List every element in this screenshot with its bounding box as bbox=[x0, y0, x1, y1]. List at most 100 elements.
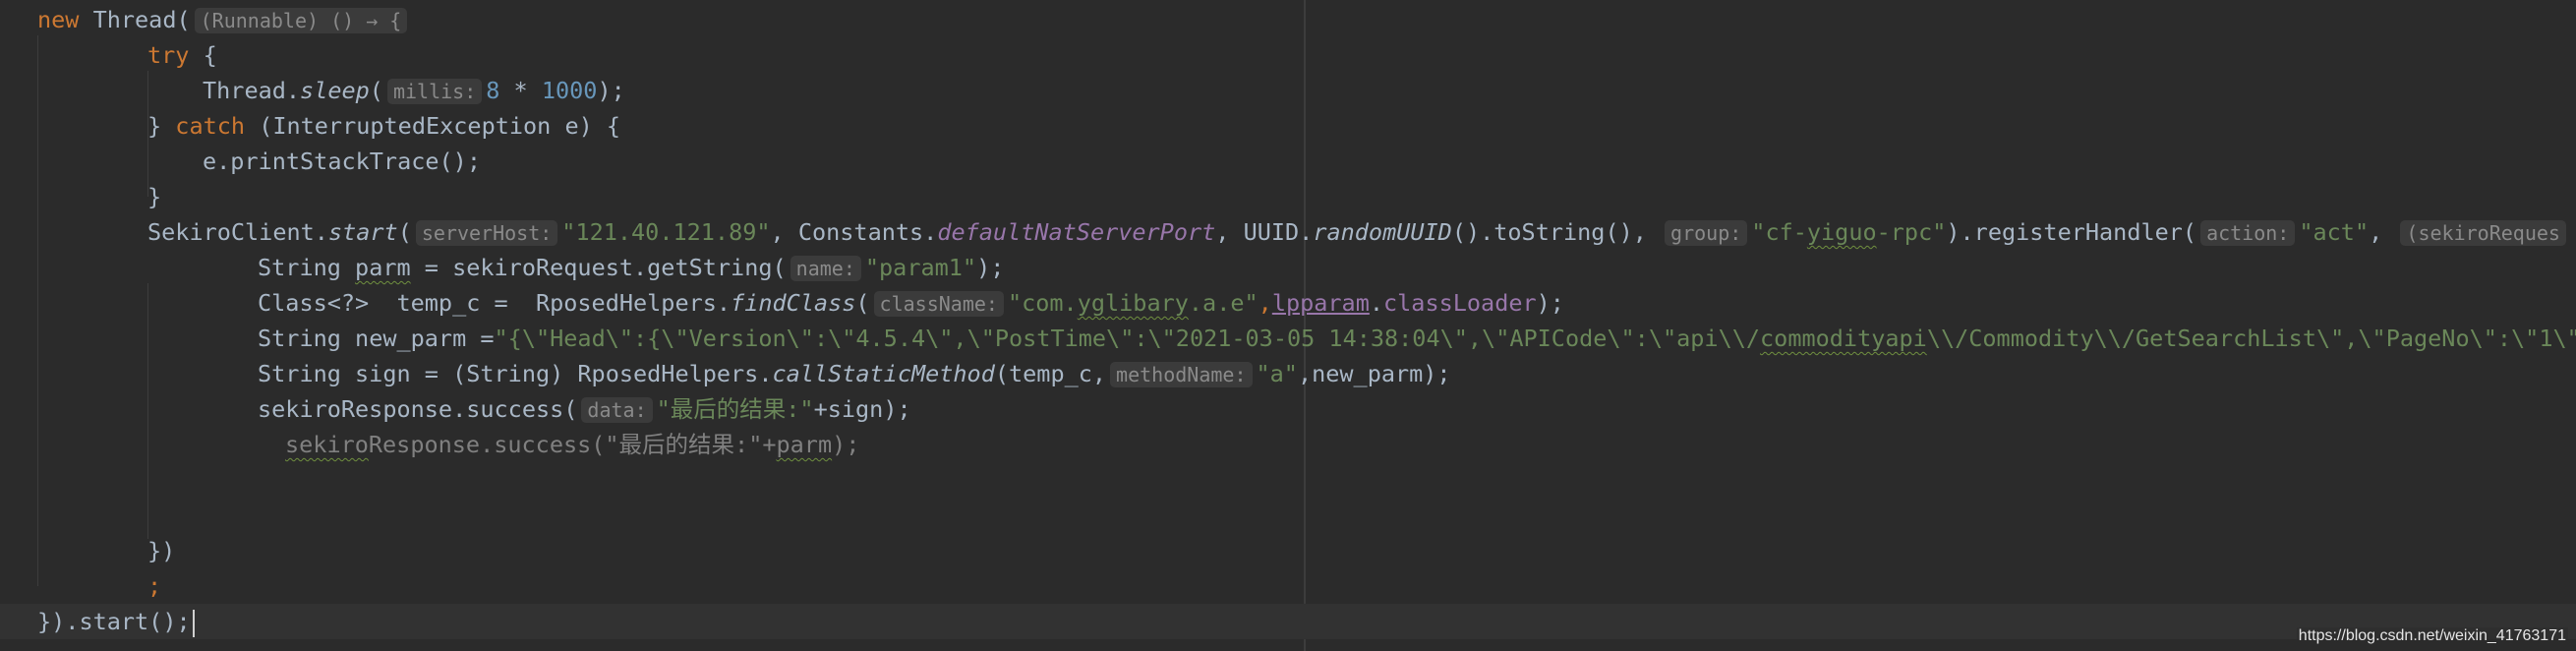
code-token: , bbox=[1258, 289, 1272, 317]
code-line-6[interactable]: } bbox=[0, 179, 2576, 214]
code-line-14[interactable] bbox=[0, 462, 2576, 498]
static-method: randomUUID bbox=[1313, 218, 1452, 246]
string-literal: \\/Commodity\\/GetSearchList\",\"PageNo\… bbox=[1926, 325, 2576, 352]
static-method: findClass bbox=[731, 289, 856, 317]
number-literal: 8 bbox=[486, 77, 500, 104]
typo-underline: sekiro bbox=[285, 431, 369, 458]
param-inlay-hint: group: bbox=[1665, 220, 1748, 246]
code-token: } bbox=[147, 183, 162, 210]
code-token: new_parm bbox=[355, 325, 467, 352]
code-token: ,new_parm); bbox=[1297, 360, 1451, 387]
param-inlay-hint: className: bbox=[873, 291, 1004, 317]
lpparam-reference[interactable]: lpparam bbox=[1272, 289, 1370, 317]
code-token: ).registerHandler( bbox=[1946, 218, 2197, 246]
code-token: { bbox=[189, 41, 217, 69]
code-token: ( bbox=[397, 218, 412, 246]
lambda-inlay-hint[interactable]: (Runnable) () → { bbox=[194, 8, 408, 33]
code-line-2[interactable]: try { bbox=[0, 37, 2576, 73]
code-token: ); bbox=[832, 431, 860, 458]
code-token: (temp_c, bbox=[994, 360, 1107, 387]
static-method: sleep bbox=[300, 77, 370, 104]
code-line-4[interactable]: } catch (InterruptedException e) { bbox=[0, 108, 2576, 144]
string-literal: "cf- bbox=[1751, 218, 1807, 246]
code-token: ); bbox=[1536, 289, 1564, 317]
code-line-1[interactable]: new Thread((Runnable) () → { bbox=[0, 2, 2576, 37]
code-token: e.printStackTrace(); bbox=[203, 148, 481, 175]
code-token: , bbox=[2369, 218, 2397, 246]
code-line-5[interactable]: e.printStackTrace(); bbox=[0, 144, 2576, 179]
typo-underline: yiguo bbox=[1806, 218, 1877, 246]
code-token: , Constants. bbox=[770, 218, 938, 246]
string-literal: -rpc" bbox=[1876, 218, 1947, 246]
static-method: callStaticMethod bbox=[772, 360, 995, 387]
code-line-10[interactable]: String new_parm ="{\"Head\":{\"Version\"… bbox=[0, 321, 2576, 356]
code-token: . bbox=[1369, 289, 1384, 317]
lambda-inlay-hint[interactable]: (sekiroReques bbox=[2400, 220, 2566, 246]
code-token: * bbox=[499, 77, 542, 104]
keyword: try bbox=[147, 41, 190, 69]
param-inlay-hint: serverHost: bbox=[415, 220, 558, 246]
typo-underline: parm bbox=[355, 254, 411, 281]
code-line-11[interactable]: String sign = (String) RposedHelpers.cal… bbox=[0, 356, 2576, 391]
param-inlay-hint: methodName: bbox=[1110, 362, 1253, 387]
static-method: start bbox=[327, 218, 398, 246]
keyword: new bbox=[37, 6, 93, 33]
text-caret bbox=[192, 609, 195, 637]
code-token: (InterruptedException e) { bbox=[245, 112, 621, 140]
field-reference: classLoader bbox=[1383, 289, 1537, 317]
static-field: defaultNatServerPort bbox=[937, 218, 1216, 246]
code-token: String bbox=[258, 325, 356, 352]
string-literal: .a.e" bbox=[1188, 289, 1259, 317]
code-line-17[interactable]: ; bbox=[0, 568, 2576, 604]
code-line-7[interactable]: SekiroClient.start(serverHost: "121.40.12… bbox=[0, 214, 2576, 250]
code-line-16[interactable]: }) bbox=[0, 533, 2576, 568]
code-line-15[interactable] bbox=[0, 498, 2576, 533]
code-token: +sign); bbox=[813, 395, 911, 423]
code-editor[interactable]: new Thread((Runnable) () → { try { Threa… bbox=[0, 0, 2576, 651]
number-literal: 1000 bbox=[541, 77, 598, 104]
code-token: ; bbox=[147, 572, 162, 600]
code-line-18[interactable]: }).start(); bbox=[0, 604, 2576, 639]
code-token: Thread( bbox=[92, 6, 191, 33]
code-token: ); bbox=[597, 77, 625, 104]
code-token: }) bbox=[147, 537, 176, 564]
code-token: SekiroClient. bbox=[147, 218, 328, 246]
param-inlay-hint: name: bbox=[790, 256, 861, 281]
string-literal: "121.40.121.89" bbox=[561, 218, 771, 246]
code-token: , UUID. bbox=[1215, 218, 1314, 246]
code-token: sekiroResponse.success( bbox=[258, 395, 578, 423]
code-token: Response.success("最后的结果:"+ bbox=[368, 431, 777, 458]
typo-underline: parm bbox=[776, 431, 833, 458]
code-line-8[interactable]: String parm = sekiroRequest.getString(na… bbox=[0, 250, 2576, 285]
code-token: }).start(); bbox=[37, 608, 191, 635]
code-token: ().toString(), bbox=[1451, 218, 1662, 246]
typo-underline: commodityapi bbox=[1760, 325, 1927, 352]
string-literal: "com. bbox=[1007, 289, 1078, 317]
code-token: String sign = (String) RposedHelpers. bbox=[258, 360, 773, 387]
code-line-12[interactable]: sekiroResponse.success(data: "最后的结果:"+sig… bbox=[0, 391, 2576, 427]
string-literal: "{\"Head\":{\"Version\":\"4.5.4\",\"Post… bbox=[494, 325, 1761, 352]
code-token: ( bbox=[855, 289, 870, 317]
code-line-9[interactable]: Class<?> temp_c = RposedHelpers.findClas… bbox=[0, 285, 2576, 321]
watermark-url: https://blog.csdn.net/weixin_41763171 bbox=[2296, 627, 2568, 645]
code-token: ( bbox=[369, 77, 383, 104]
code-token: = bbox=[466, 325, 495, 352]
code-token: = sekiroRequest.getString( bbox=[410, 254, 787, 281]
code-token: } bbox=[147, 112, 176, 140]
param-inlay-hint: action: bbox=[2200, 220, 2296, 246]
code-token: Thread. bbox=[203, 77, 301, 104]
code-line-13[interactable]: sekiroResponse.success("最后的结果:"+parm); bbox=[0, 427, 2576, 462]
param-inlay-hint: millis: bbox=[386, 79, 483, 104]
string-literal: "act" bbox=[2299, 218, 2370, 246]
code-token: String bbox=[258, 254, 356, 281]
string-literal: "param1" bbox=[864, 254, 977, 281]
param-inlay-hint: data: bbox=[581, 397, 653, 423]
typo-underline: yglibary bbox=[1077, 289, 1189, 317]
string-literal: "a" bbox=[1256, 360, 1298, 387]
code-token: ); bbox=[976, 254, 1005, 281]
code-token: Class<?> temp_c = RposedHelpers. bbox=[258, 289, 732, 317]
string-literal: "最后的结果:" bbox=[656, 395, 814, 423]
keyword: catch bbox=[175, 112, 246, 140]
code-line-3[interactable]: Thread.sleep(millis: 8 * 1000); bbox=[0, 73, 2576, 108]
code-lines[interactable]: new Thread((Runnable) () → { try { Threa… bbox=[0, 2, 2576, 639]
